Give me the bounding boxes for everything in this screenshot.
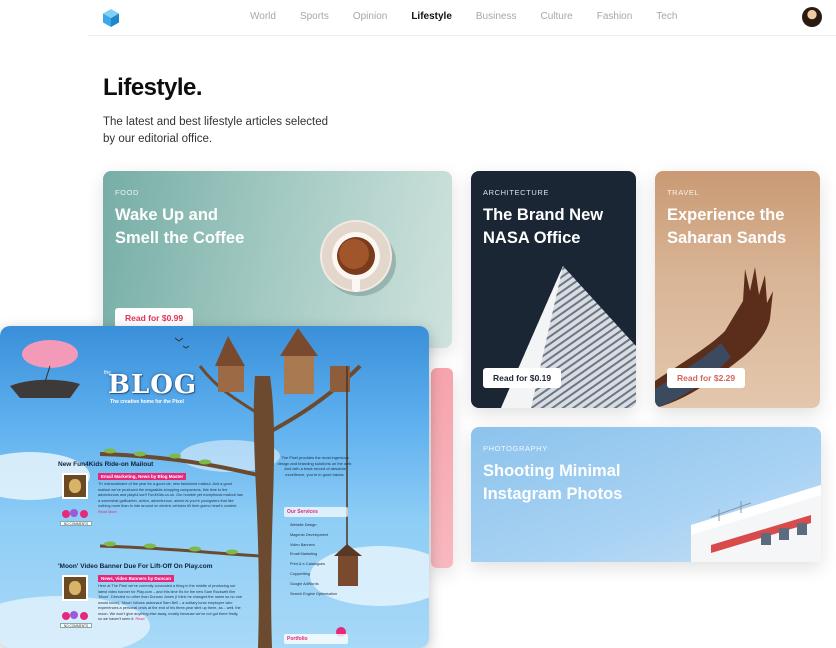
post-title[interactable]: New Fun4Kids Ride-on Mailout <box>58 461 243 468</box>
card-title-line-1: Wake Up and <box>115 206 218 224</box>
post-title[interactable]: 'Moon' Video Banner Due For Lift-Off On … <box>58 563 243 570</box>
coffee-cup-image <box>320 220 396 296</box>
card-title-line-1: The Brand New <box>483 206 604 224</box>
card-title-line-1: Experience the <box>667 206 785 224</box>
service-link[interactable]: Copywriting <box>284 570 348 580</box>
read-button-travel[interactable]: Read for $2.29 <box>667 368 746 388</box>
card-title: The Brand New NASA Office <box>483 204 603 250</box>
card-title: Shooting Minimal Instagram Photos <box>483 460 683 506</box>
service-link[interactable]: Website Design <box>284 521 348 531</box>
nav-item-business[interactable]: Business <box>476 11 517 22</box>
page-subtitle-line-2: by our editorial office. <box>103 133 213 145</box>
card-category: TRAVEL <box>667 188 700 197</box>
service-link[interactable]: Email Marketing <box>284 550 348 560</box>
portfolio-heading[interactable]: Portfolio <box>284 634 348 644</box>
page-subtitle: The latest and best lifestyle articles s… <box>103 114 343 148</box>
card-category: FOOD <box>115 188 140 197</box>
post-thumbnail[interactable] <box>62 575 88 601</box>
card-title-line-2: Smell the Coffee <box>115 229 245 247</box>
card-category: ARCHITECTURE <box>483 188 549 197</box>
card-title: Wake Up and Smell the Coffee <box>115 204 335 250</box>
read-more-link[interactable]: Read <box>135 617 144 621</box>
card-title: Experience the Saharan Sands <box>667 204 786 250</box>
post-body: Here at The Pixel we've currently concoc… <box>98 584 243 623</box>
services-sidebar: Our Services Website Design Magento Deve… <box>284 507 348 599</box>
top-navigation-bar: World Sports Opinion Lifestyle Business … <box>88 0 836 36</box>
service-link[interactable]: Video Banners <box>284 541 348 551</box>
service-link[interactable]: Google AdWords <box>284 580 348 590</box>
nav-item-world[interactable]: World <box>250 11 276 22</box>
article-card-hidden[interactable] <box>431 368 453 568</box>
article-card-travel[interactable]: TRAVEL Experience the Saharan Sands Read… <box>655 171 820 408</box>
article-card-photography[interactable]: PHOTOGRAPHY Shooting Minimal Instagram P… <box>471 427 821 562</box>
card-title-line-1: Shooting Minimal <box>483 462 621 480</box>
blog-post: New Fun4Kids Ride-on Mailout Email Marke… <box>58 461 243 526</box>
nav-item-sports[interactable]: Sports <box>300 11 329 22</box>
article-card-architecture[interactable]: ARCHITECTURE The Brand New NASA Office R… <box>471 171 636 408</box>
nav-item-tech[interactable]: Tech <box>656 11 677 22</box>
nav-item-fashion[interactable]: Fashion <box>597 11 633 22</box>
post-body-text: Th' extraordinaire of the year for a goo… <box>98 482 243 508</box>
comments-count[interactable]: NO COMMENTS <box>60 521 92 526</box>
read-more-link[interactable]: Read More <box>98 510 117 514</box>
read-button-food[interactable]: Read for $0.99 <box>115 308 194 328</box>
page-subtitle-line-1: The latest and best lifestyle articles s… <box>103 116 329 128</box>
blog-screenshot-overlay: the BLOG The creative home for the Pixel… <box>0 326 429 648</box>
blog-post: 'Moon' Video Banner Due For Lift-Off On … <box>58 563 243 628</box>
read-button-architecture[interactable]: Read for $0.19 <box>483 368 562 388</box>
nav-item-opinion[interactable]: Opinion <box>353 11 387 22</box>
service-link[interactable]: Magento Development <box>284 531 348 541</box>
nav-item-lifestyle[interactable]: Lifestyle <box>411 11 452 22</box>
card-category: PHOTOGRAPHY <box>483 444 548 453</box>
cube-logo-icon[interactable] <box>102 8 120 28</box>
blog-intro-text: The Pixel provides the most ingenious de… <box>277 455 353 477</box>
page-title: Lifestyle. <box>103 74 203 101</box>
comments-count[interactable]: NO COMMENTS <box>60 623 92 628</box>
rooftop-building-image <box>691 485 821 562</box>
service-link[interactable]: Search Engine Optimisation <box>284 590 348 600</box>
post-thumbnail[interactable] <box>62 473 88 499</box>
card-title-line-2: NASA Office <box>483 229 581 247</box>
post-body: Th' extraordinaire of the year for a goo… <box>98 482 243 515</box>
blog-tagline: The creative home for the Pixel <box>110 399 184 405</box>
article-card-food[interactable]: FOOD Wake Up and Smell the Coffee Read f… <box>103 171 452 348</box>
post-meta-badge: News, Video Banners by Duncan <box>98 575 174 582</box>
service-link[interactable]: Print & e-Catalogues <box>284 560 348 570</box>
post-meta-badge: Email Marketing, News by Blog Master <box>98 473 187 480</box>
nav-item-culture[interactable]: Culture <box>540 11 572 22</box>
blog-logo[interactable]: BLOG <box>108 370 197 400</box>
section-nav: World Sports Opinion Lifestyle Business … <box>250 11 701 22</box>
user-avatar[interactable] <box>802 7 822 27</box>
card-title-line-2: Instagram Photos <box>483 485 623 503</box>
card-title-line-2: Saharan Sands <box>667 229 787 247</box>
post-body-text: Here at The Pixel we've currently concoc… <box>98 584 242 621</box>
services-heading: Our Services <box>284 507 348 517</box>
